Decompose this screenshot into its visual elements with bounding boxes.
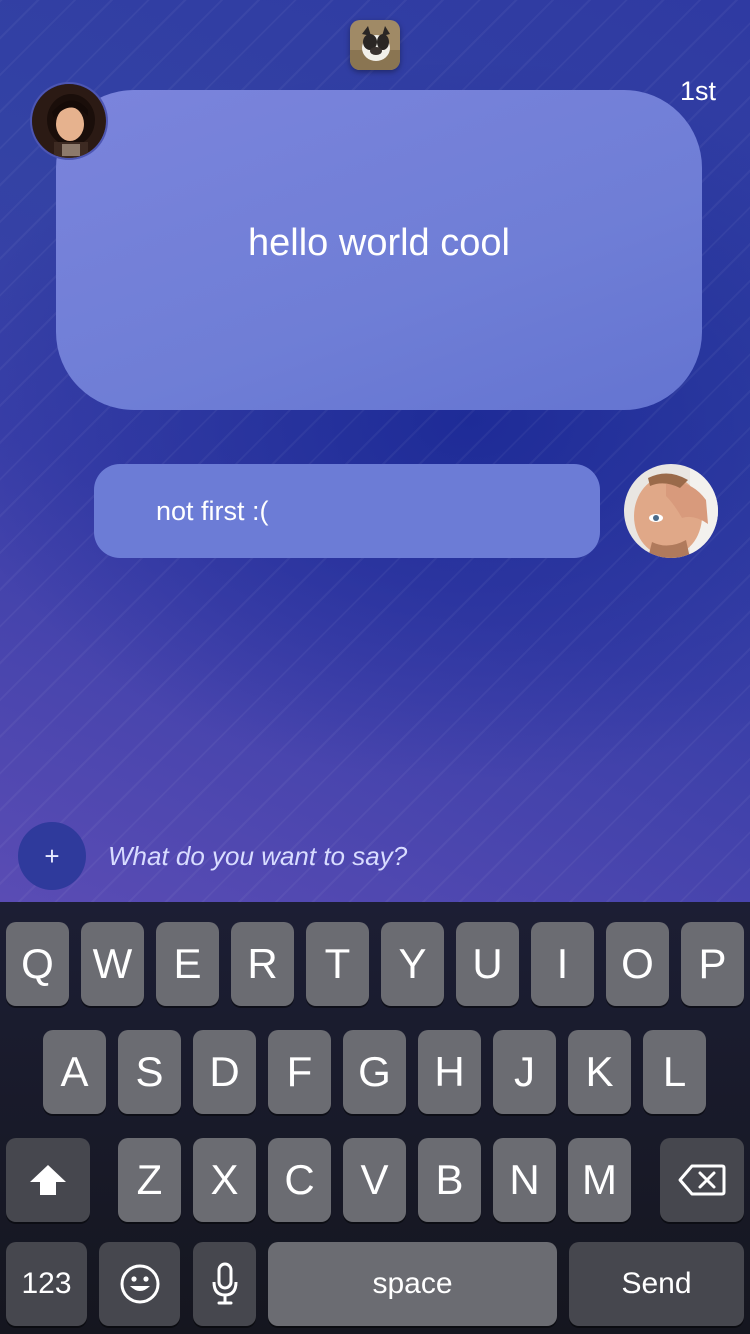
key-r[interactable]: R: [231, 922, 294, 1006]
rank-label: 1st: [679, 76, 716, 106]
sender-avatar[interactable]: [30, 82, 108, 160]
delete-key[interactable]: [660, 1138, 744, 1222]
key-f[interactable]: F: [268, 1030, 331, 1114]
key-m[interactable]: M: [568, 1138, 631, 1222]
key-c[interactable]: C: [268, 1138, 331, 1222]
shift-key[interactable]: [6, 1138, 90, 1222]
chat-area: 1st hello world cool not first :( +: [0, 0, 750, 902]
key-l[interactable]: L: [643, 1030, 706, 1114]
key-o[interactable]: O: [606, 922, 669, 1006]
key-a[interactable]: A: [43, 1030, 106, 1114]
message-bubble[interactable]: hello world cool: [56, 90, 702, 410]
key-i[interactable]: I: [531, 922, 594, 1006]
key-x[interactable]: X: [193, 1138, 256, 1222]
emoji-key[interactable]: [99, 1242, 180, 1326]
man-avatar-icon: [624, 464, 718, 558]
key-k[interactable]: K: [568, 1030, 631, 1114]
numbers-key[interactable]: 123: [6, 1242, 87, 1326]
microphone-icon: [212, 1262, 237, 1305]
key-e[interactable]: E: [156, 922, 219, 1006]
key-d[interactable]: D: [193, 1030, 256, 1114]
key-z[interactable]: Z: [118, 1138, 181, 1222]
keyboard: Q W E R T Y U I O P A S D F G H J K L Z …: [0, 902, 750, 1334]
key-q[interactable]: Q: [6, 922, 69, 1006]
key-p[interactable]: P: [681, 922, 744, 1006]
dictation-key[interactable]: [193, 1242, 256, 1326]
key-v[interactable]: V: [343, 1138, 406, 1222]
send-key[interactable]: Send: [569, 1242, 744, 1326]
key-j[interactable]: J: [493, 1030, 556, 1114]
message-text: not first :(: [156, 495, 269, 526]
key-g[interactable]: G: [343, 1030, 406, 1114]
group-avatar[interactable]: [350, 20, 400, 70]
plus-icon: +: [44, 840, 60, 871]
message-text: hello world cool: [248, 221, 510, 264]
key-s[interactable]: S: [118, 1030, 181, 1114]
key-w[interactable]: W: [81, 922, 144, 1006]
space-key[interactable]: space: [268, 1242, 557, 1326]
dog-photo-icon: [350, 20, 400, 70]
key-u[interactable]: U: [456, 922, 519, 1006]
key-n[interactable]: N: [493, 1138, 556, 1222]
key-b[interactable]: B: [418, 1138, 481, 1222]
message-bubble[interactable]: not first :(: [94, 464, 600, 558]
add-attachment-button[interactable]: +: [18, 822, 86, 890]
sender-avatar[interactable]: [624, 464, 718, 558]
key-y[interactable]: Y: [381, 922, 444, 1006]
key-t[interactable]: T: [306, 922, 369, 1006]
key-h[interactable]: H: [418, 1030, 481, 1114]
backspace-icon: [678, 1164, 726, 1196]
message-input[interactable]: [108, 836, 708, 876]
shift-arrow-icon: [30, 1165, 66, 1195]
emoji-face-icon: [120, 1264, 159, 1304]
